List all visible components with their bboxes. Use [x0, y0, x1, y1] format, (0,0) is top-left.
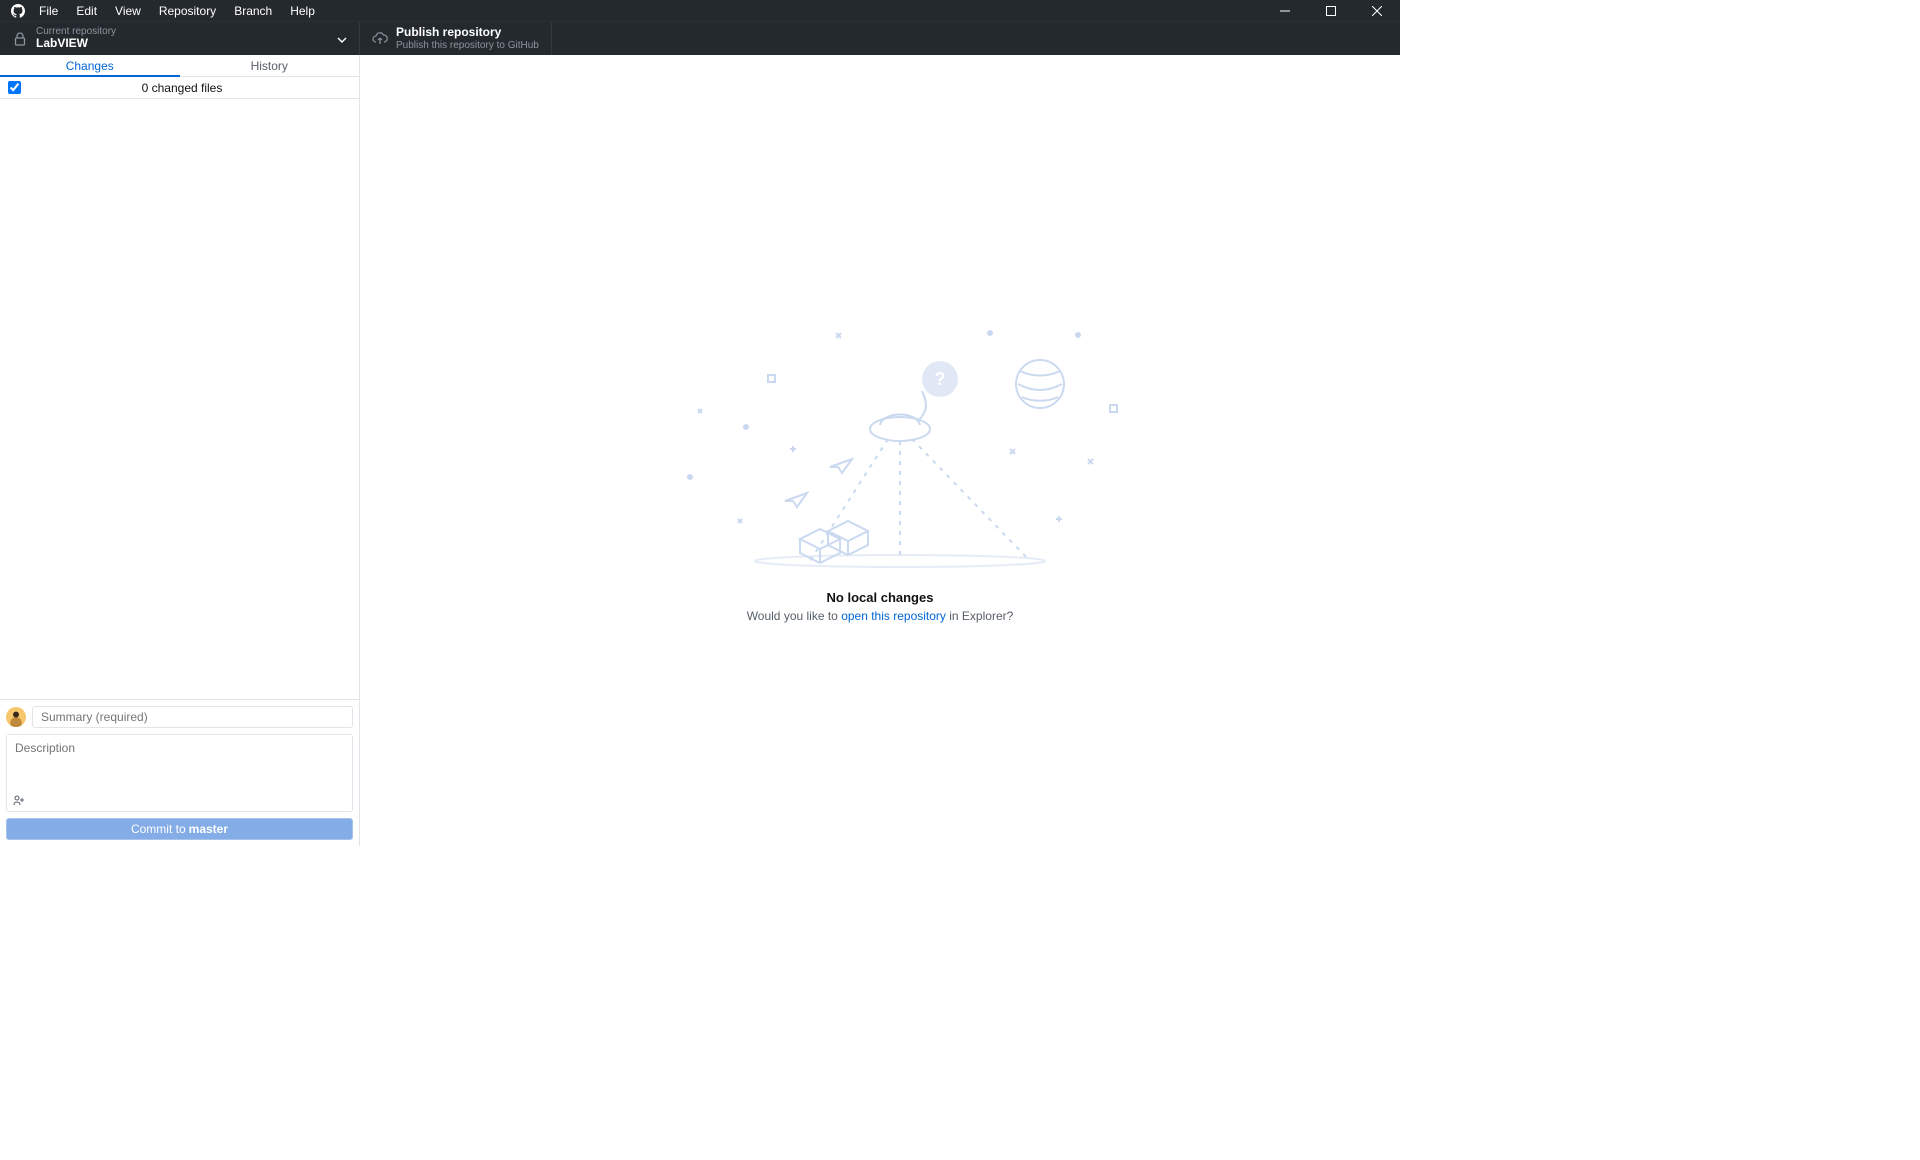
user-avatar: [6, 707, 26, 727]
commit-button-prefix: Commit to: [131, 822, 186, 836]
empty-sub-suffix: in Explorer?: [946, 609, 1013, 623]
empty-state-illustration: ?: [640, 309, 1120, 569]
menu-view[interactable]: View: [106, 4, 150, 18]
empty-sub-prefix: Would you like to: [747, 609, 842, 623]
changes-header: 0 changed files: [0, 77, 359, 99]
window-close-button[interactable]: [1354, 0, 1400, 21]
toolbar-publish-label: Publish repository: [396, 26, 539, 39]
github-logo-icon: [6, 4, 30, 18]
menu-file[interactable]: File: [30, 4, 67, 18]
menu-help[interactable]: Help: [281, 4, 324, 18]
menu-repository[interactable]: Repository: [150, 4, 225, 18]
cloud-upload-icon: [372, 32, 388, 46]
menu-edit[interactable]: Edit: [67, 4, 106, 18]
tab-history[interactable]: History: [180, 55, 360, 76]
empty-state-title: No local changes: [640, 590, 1120, 605]
sidebar: Changes History 0 changed files: [0, 55, 360, 846]
window-minimize-button[interactable]: [1262, 0, 1308, 21]
svg-text:?: ?: [935, 369, 946, 389]
select-all-checkbox[interactable]: [8, 81, 21, 94]
sidebar-tabs: Changes History: [0, 55, 359, 77]
window-maximize-button[interactable]: [1308, 0, 1354, 21]
commit-button-branch: master: [189, 822, 228, 836]
toolbar: Current repository LabVIEW Publish repos…: [0, 21, 1400, 55]
commit-description-input[interactable]: [7, 735, 352, 793]
menu-branch[interactable]: Branch: [225, 4, 281, 18]
menu-bar: File Edit View Repository Branch Help: [0, 0, 1400, 21]
main-content: ?: [360, 55, 1400, 846]
commit-button[interactable]: Commit to master: [6, 818, 353, 840]
toolbar-publish-subtitle: Publish this repository to GitHub: [396, 40, 539, 51]
lock-icon: [12, 32, 28, 46]
tab-changes[interactable]: Changes: [0, 55, 180, 77]
chevron-down-icon: [337, 30, 347, 48]
current-repository-selector[interactable]: Current repository LabVIEW: [0, 22, 360, 55]
changes-list: [0, 99, 359, 699]
add-coauthor-button[interactable]: [13, 795, 25, 807]
commit-form: Commit to master: [0, 699, 359, 846]
open-repository-link[interactable]: open this repository: [841, 609, 946, 623]
empty-state: ?: [640, 309, 1120, 623]
changed-files-count: 0 changed files: [29, 81, 359, 95]
toolbar-repo-value: LabVIEW: [36, 37, 116, 50]
publish-repository-button[interactable]: Publish repository Publish this reposito…: [360, 22, 552, 55]
empty-state-subtitle: Would you like to open this repository i…: [640, 609, 1120, 623]
commit-summary-input[interactable]: [32, 706, 353, 728]
